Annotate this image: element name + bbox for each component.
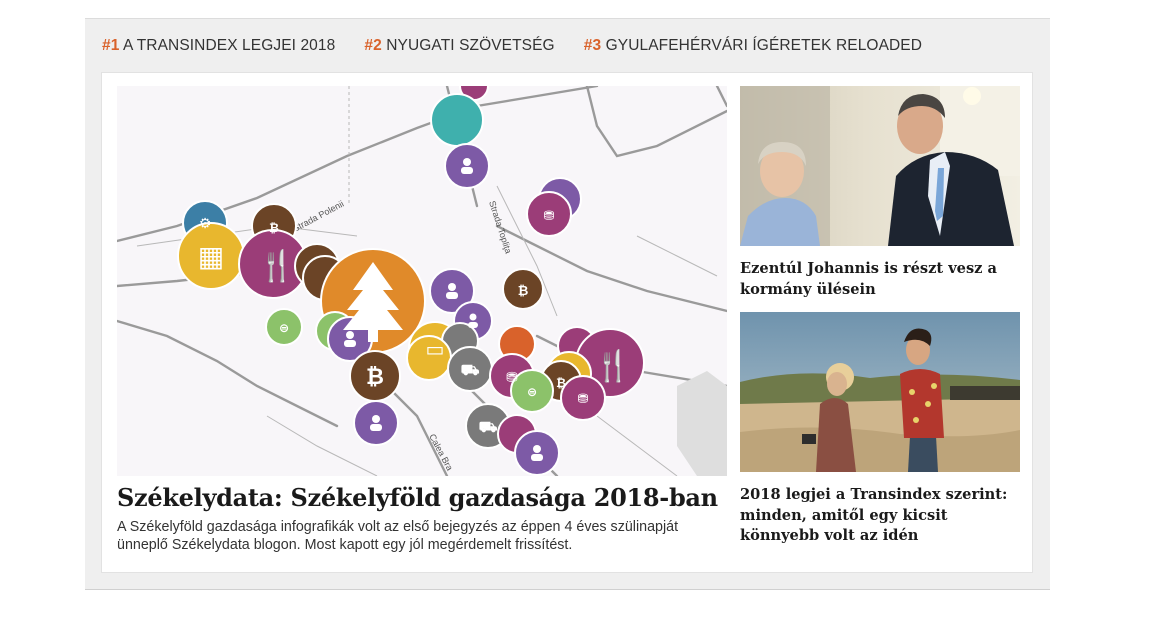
svg-text:🍴: 🍴 (594, 348, 631, 384)
tab-label: GYULAFEHÉRVÁRI ÍGÉRETEK RELOADED (605, 37, 923, 54)
tab-label: A TRANSINDEX LEGJEI 2018 (123, 37, 336, 54)
svg-text:₿: ₿ (556, 376, 566, 390)
svg-text:₿: ₿ (269, 221, 279, 235)
svg-text:₿: ₿ (366, 365, 384, 390)
svg-text:₿: ₿ (518, 284, 529, 299)
side-article-1-title[interactable]: Ezentúl Johannis is részt vesz a kormány… (740, 259, 1025, 300)
articles-panel: Strada Polenii Strada Topliţa Calea Bra (101, 72, 1033, 573)
tab-2[interactable]: #2 NYUGATI SZÖVETSÉG (364, 37, 554, 55)
tab-number: #2 (364, 37, 382, 54)
top-tabs: #1 A TRANSINDEX LEGJEI 2018 #2 NYUGATI S… (102, 37, 951, 55)
main-article-title[interactable]: Székelydata: Székelyföld gazdasága 2018-… (117, 483, 737, 512)
photo-politicians (740, 86, 1020, 246)
svg-text:⛃: ⛃ (578, 392, 589, 407)
svg-text:🍴: 🍴 (258, 248, 295, 284)
tab-number: #3 (583, 37, 602, 54)
main-article-image[interactable]: Strada Polenii Strada Topliţa Calea Bra (117, 86, 727, 476)
tab-label: NYUGATI SZÖVETSÉG (386, 37, 555, 54)
tab-3[interactable]: #3 GYULAFEHÉRVÁRI ÍGÉRETEK RELOADED (584, 37, 922, 55)
side-article-2-title[interactable]: 2018 legjei a Transindex szerint: minden… (740, 485, 1025, 547)
side-article-1-image[interactable] (740, 86, 1020, 246)
svg-text:▭: ▭ (426, 337, 445, 361)
svg-text:⊜: ⊜ (279, 321, 289, 335)
top-stories-box: #1 A TRANSINDEX LEGJEI 2018 #2 NYUGATI S… (85, 18, 1050, 590)
svg-text:⊜: ⊜ (527, 385, 537, 399)
svg-text:⛟: ⛟ (461, 361, 480, 379)
svg-text:⚙: ⚙ (199, 216, 212, 232)
infographic-map: Strada Polenii Strada Topliţa Calea Bra (117, 86, 727, 476)
svg-text:⛃: ⛃ (506, 370, 518, 386)
tab-number: #1 (102, 37, 120, 54)
svg-text:▦: ▦ (198, 240, 224, 273)
main-article-description: A Székelyföld gazdasága infografikák vol… (117, 519, 679, 553)
side-article-2-image[interactable] (740, 312, 1020, 472)
photo-film-still (740, 312, 1020, 472)
tab-1[interactable]: #1 A TRANSINDEX LEGJEI 2018 (102, 37, 335, 55)
svg-text:⛟: ⛟ (479, 418, 498, 436)
svg-text:⛃: ⛃ (544, 209, 555, 224)
